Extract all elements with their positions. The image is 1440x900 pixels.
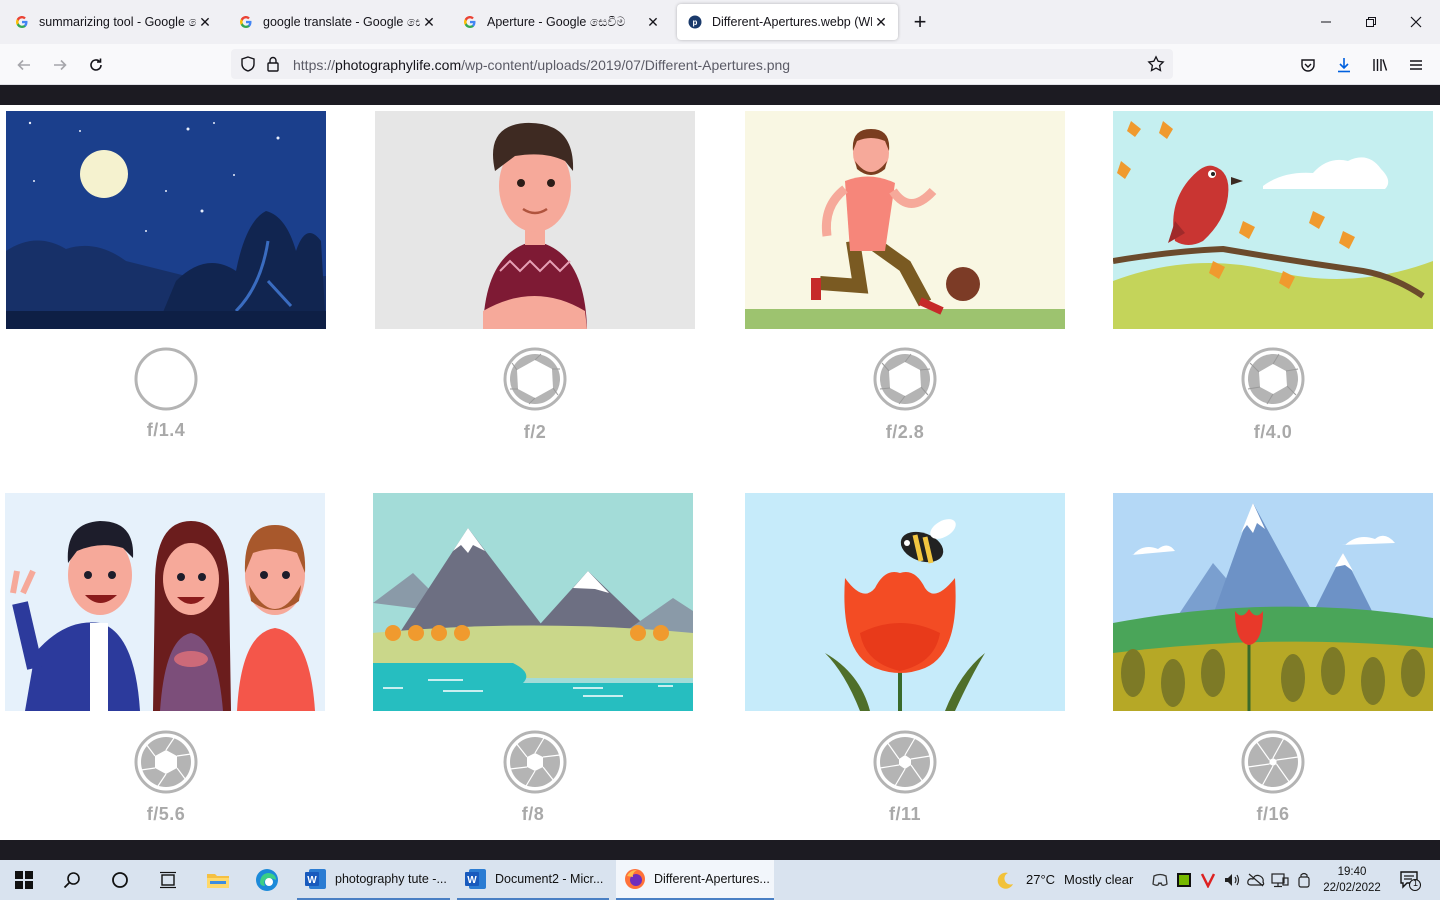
navigation-toolbar: https://photographylife.com/wp-content/u… bbox=[0, 44, 1440, 85]
taskbar-app-label: Different-Apertures... bbox=[654, 872, 770, 886]
aperture-diagram-icon bbox=[134, 347, 198, 411]
mountain-meadow-illustration bbox=[1113, 493, 1433, 711]
notification-count: 1 bbox=[1413, 878, 1419, 888]
word-icon: W bbox=[305, 868, 327, 890]
aperture-diagram-icon bbox=[503, 347, 567, 411]
taskbar-app-label: Document2 - Micr... bbox=[495, 872, 604, 886]
google-g-icon bbox=[14, 14, 30, 30]
image-viewer: f/1.4 f/2 f/2.8 f/4.0 f/5.6 f/8 f/11 f/1… bbox=[0, 85, 1440, 860]
volume-icon[interactable] bbox=[1220, 866, 1244, 894]
aperture-diagram-icon bbox=[873, 730, 937, 794]
pocket-icon[interactable] bbox=[1296, 53, 1320, 77]
football-player-illustration bbox=[745, 111, 1065, 329]
lock-icon[interactable] bbox=[265, 55, 281, 78]
network-icon[interactable] bbox=[1268, 866, 1292, 894]
portrait-man-illustration bbox=[375, 111, 695, 329]
close-window-icon[interactable] bbox=[1406, 12, 1426, 32]
cloud-sync-icon[interactable] bbox=[1244, 866, 1268, 894]
url-path: /wp-content/uploads/2019/07/Different-Ap… bbox=[461, 57, 791, 73]
tab-aperture[interactable]: Aperture - Google සෙවීම ✕ bbox=[452, 4, 670, 40]
close-tab-icon[interactable]: ✕ bbox=[420, 13, 438, 31]
tab-title: google translate - Google සෙවි bbox=[263, 14, 420, 29]
new-tab-button[interactable]: + bbox=[908, 11, 932, 35]
weather-temperature[interactable]: 27°C bbox=[1026, 872, 1055, 887]
svg-text:W: W bbox=[467, 875, 477, 886]
aperture-label: f/11 bbox=[888, 804, 922, 824]
cortana-icon[interactable] bbox=[106, 866, 134, 894]
clock-time: 19:40 bbox=[1337, 866, 1367, 878]
bird-on-branch-illustration bbox=[1113, 111, 1433, 329]
apertures-image: f/1.4 f/2 f/2.8 f/4.0 f/5.6 f/8 f/11 f/1… bbox=[0, 105, 1440, 840]
taskbar-app-photography-tute[interactable]: W photography tute -... bbox=[297, 860, 450, 900]
library-icon[interactable] bbox=[1368, 53, 1392, 77]
mountain-lake-illustration bbox=[373, 493, 693, 711]
aperture-diagram-icon bbox=[134, 730, 198, 794]
aperture-label: f/1.4 bbox=[146, 420, 186, 440]
tab-title: Aperture - Google සෙවීම bbox=[487, 14, 626, 29]
firefox-icon bbox=[624, 868, 646, 890]
url-scheme: https:// bbox=[293, 57, 336, 73]
tab-strip: summarizing tool - Google සෙ ✕ google tr… bbox=[0, 0, 1440, 44]
aperture-diagram-icon bbox=[503, 730, 567, 794]
reload-icon[interactable] bbox=[84, 53, 108, 77]
weather-condition[interactable]: Mostly clear bbox=[1064, 872, 1133, 887]
url-host: photographylife.com bbox=[335, 57, 462, 73]
tab-different-apertures[interactable]: p Different-Apertures.webp (WEBP ✕ bbox=[677, 4, 898, 40]
tab-summarizing-tool[interactable]: summarizing tool - Google සෙ ✕ bbox=[4, 4, 222, 40]
bookmark-star-icon[interactable] bbox=[1147, 55, 1165, 78]
tulip-and-bee-illustration bbox=[745, 493, 1065, 711]
aperture-label: f/8 bbox=[521, 804, 545, 824]
aperture-diagram-icon bbox=[873, 347, 937, 411]
aperture-label: f/2 bbox=[523, 422, 547, 442]
windows-taskbar: W photography tute -... W Document2 - Mi… bbox=[0, 860, 1440, 900]
downloads-icon[interactable] bbox=[1332, 53, 1356, 77]
taskbar-app-firefox[interactable]: Different-Apertures... bbox=[616, 860, 774, 900]
close-tab-icon[interactable]: ✕ bbox=[872, 13, 890, 31]
aperture-diagram-icon bbox=[1241, 347, 1305, 411]
night-sky-moon-illustration bbox=[6, 111, 326, 329]
edge-browser-icon[interactable] bbox=[253, 866, 281, 894]
forward-arrow-icon[interactable] bbox=[48, 53, 72, 77]
aperture-label: f/2.8 bbox=[885, 422, 925, 442]
aperture-label: f/4.0 bbox=[1253, 422, 1293, 442]
minimize-icon[interactable] bbox=[1316, 12, 1336, 32]
photographylife-icon: p bbox=[687, 14, 703, 30]
notification-center-icon[interactable]: 1 bbox=[1395, 866, 1425, 894]
taskbar-app-label: photography tute -... bbox=[335, 872, 447, 886]
tab-title: Different-Apertures.webp (WEBP bbox=[712, 15, 872, 29]
windows-start-icon[interactable] bbox=[10, 866, 38, 894]
menu-hamburger-icon[interactable] bbox=[1404, 53, 1428, 77]
word-icon: W bbox=[465, 868, 487, 890]
clock-date: 22/02/2022 bbox=[1323, 882, 1381, 894]
google-g-icon bbox=[462, 14, 478, 30]
svg-text:p: p bbox=[693, 18, 698, 27]
google-g-icon bbox=[238, 14, 254, 30]
tab-title: summarizing tool - Google සෙ bbox=[39, 14, 196, 29]
input-method-icon[interactable] bbox=[1292, 866, 1316, 894]
close-tab-icon[interactable]: ✕ bbox=[644, 13, 662, 31]
discord-tray-icon[interactable] bbox=[1148, 866, 1172, 894]
url-text[interactable]: https://photographylife.com/wp-content/u… bbox=[293, 57, 790, 73]
nvidia-tray-icon[interactable] bbox=[1172, 866, 1196, 894]
three-people-illustration bbox=[5, 493, 325, 711]
aperture-diagram-icon bbox=[1241, 730, 1305, 794]
weather-moon-icon[interactable] bbox=[991, 866, 1019, 894]
tab-google-translate[interactable]: google translate - Google සෙවි ✕ bbox=[228, 4, 446, 40]
antivirus-tray-icon[interactable] bbox=[1196, 866, 1220, 894]
close-tab-icon[interactable]: ✕ bbox=[196, 13, 214, 31]
aperture-label: f/5.6 bbox=[146, 804, 186, 824]
restore-icon[interactable] bbox=[1361, 12, 1381, 32]
back-arrow-icon[interactable] bbox=[12, 53, 36, 77]
search-icon[interactable] bbox=[58, 866, 86, 894]
address-bar[interactable]: https://photographylife.com/wp-content/u… bbox=[231, 49, 1173, 79]
system-clock[interactable]: 19:40 22/02/2022 bbox=[1318, 864, 1386, 896]
aperture-label: f/16 bbox=[1256, 804, 1290, 824]
task-view-icon[interactable] bbox=[154, 866, 182, 894]
taskbar-app-document2[interactable]: W Document2 - Micr... bbox=[457, 860, 609, 900]
file-explorer-icon[interactable] bbox=[204, 866, 232, 894]
shield-icon[interactable] bbox=[239, 55, 257, 78]
svg-text:W: W bbox=[307, 875, 317, 886]
